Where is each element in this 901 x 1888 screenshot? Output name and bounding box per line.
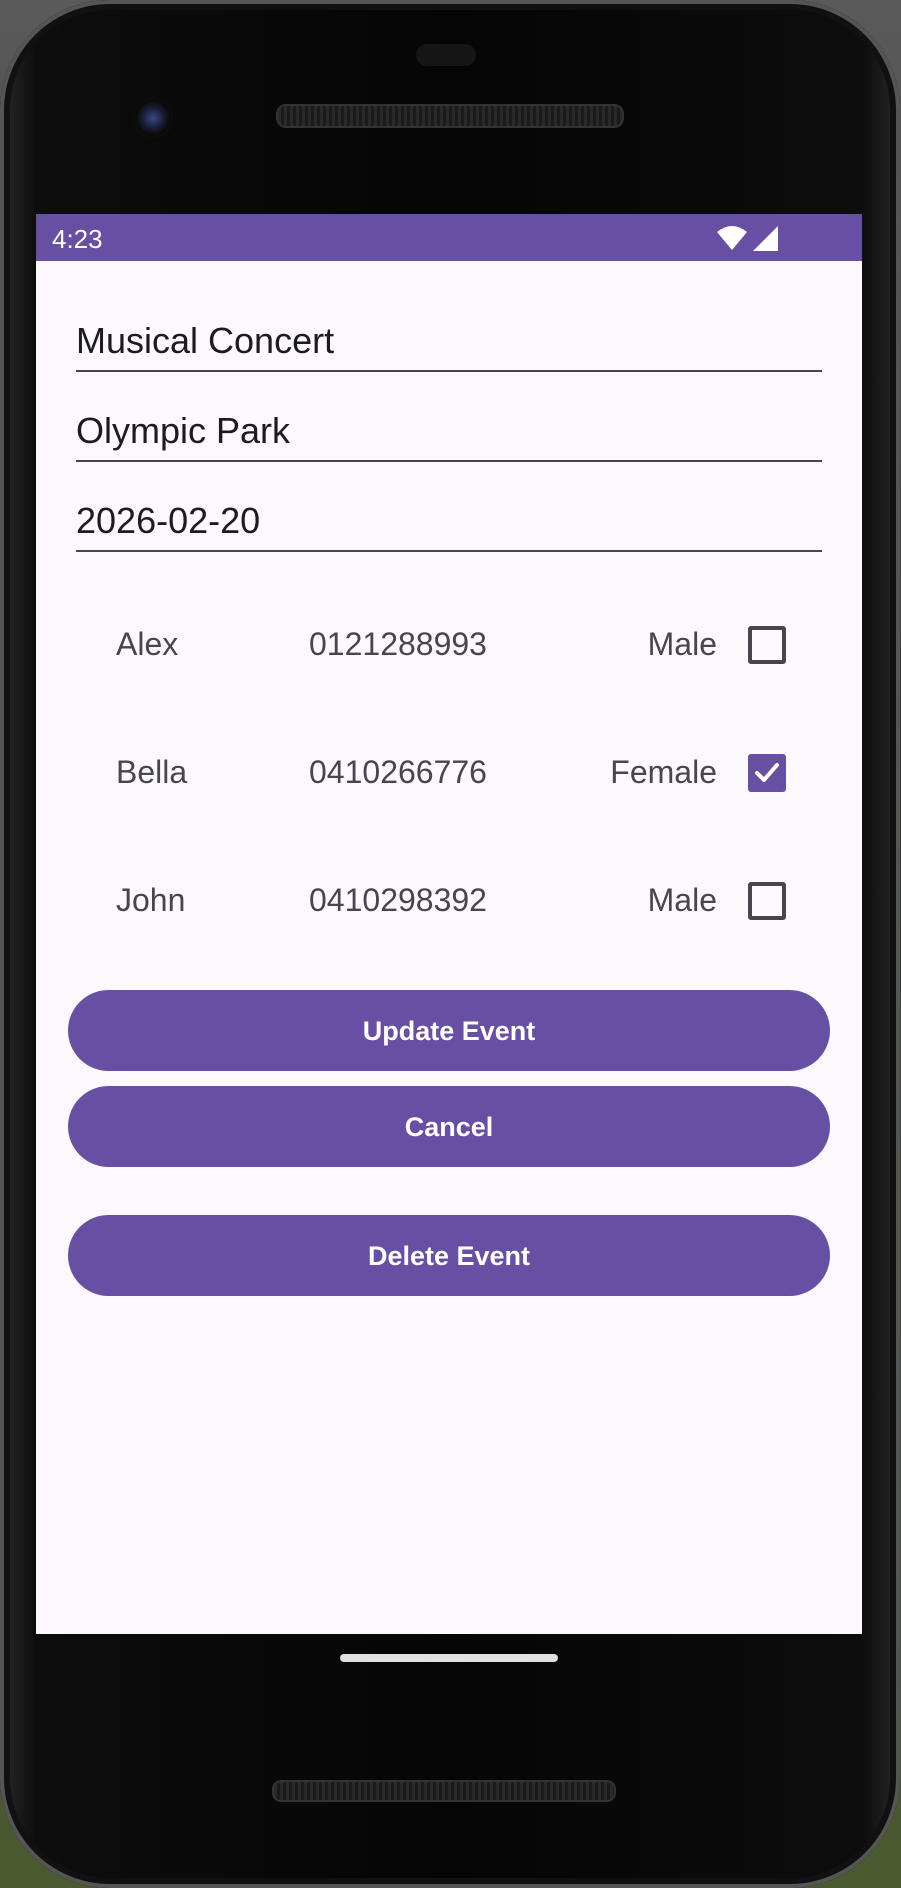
earpiece-speaker — [276, 104, 624, 128]
attendee-phone: 0410266776 — [309, 754, 487, 790]
event-name-field[interactable]: Musical Concert — [76, 314, 822, 372]
delete-event-button[interactable]: Delete Event — [68, 1215, 830, 1296]
attendee-name: Alex — [116, 626, 179, 662]
cancel-button[interactable]: Cancel — [68, 1086, 830, 1167]
front-camera — [133, 98, 173, 138]
attendee-gender: Male — [647, 882, 717, 918]
date-field[interactable]: 2026-02-20 — [76, 494, 822, 552]
proximity-sensor — [416, 44, 476, 66]
check-icon — [755, 763, 779, 782]
bottom-speaker — [272, 1780, 616, 1802]
attendee-checkbox[interactable] — [748, 754, 786, 792]
attendee-gender: Female — [610, 754, 717, 790]
status-bar: 4:23 — [36, 214, 862, 261]
app-screen: 4:23 Musical Concert Olympic Park 2026-0… — [36, 214, 862, 1634]
attendee-phone: 0121288993 — [309, 626, 487, 662]
update-event-button[interactable]: Update Event — [68, 990, 830, 1071]
attendee-row: Bella 0410266776 Female — [36, 742, 862, 802]
attendee-checkbox[interactable] — [748, 882, 786, 920]
event-name-value: Musical Concert — [76, 320, 335, 361]
attendee-name: Bella — [116, 754, 188, 790]
date-value: 2026-02-20 — [76, 500, 261, 541]
wifi-icon — [717, 226, 747, 250]
status-time: 4:23 — [52, 224, 103, 254]
phone-frame: 4:23 Musical Concert Olympic Park 2026-0… — [0, 0, 900, 1888]
signal-icon — [753, 226, 778, 251]
home-indicator[interactable] — [340, 1654, 558, 1662]
attendee-checkbox[interactable] — [748, 626, 786, 664]
attendee-gender: Male — [647, 626, 717, 662]
location-field[interactable]: Olympic Park — [76, 404, 822, 462]
attendee-row: Alex 0121288993 Male — [36, 614, 862, 674]
attendee-row: John 0410298392 Male — [36, 870, 862, 930]
attendee-phone: 0410298392 — [309, 882, 487, 918]
location-value: Olympic Park — [76, 410, 291, 451]
attendee-name: John — [116, 882, 186, 918]
